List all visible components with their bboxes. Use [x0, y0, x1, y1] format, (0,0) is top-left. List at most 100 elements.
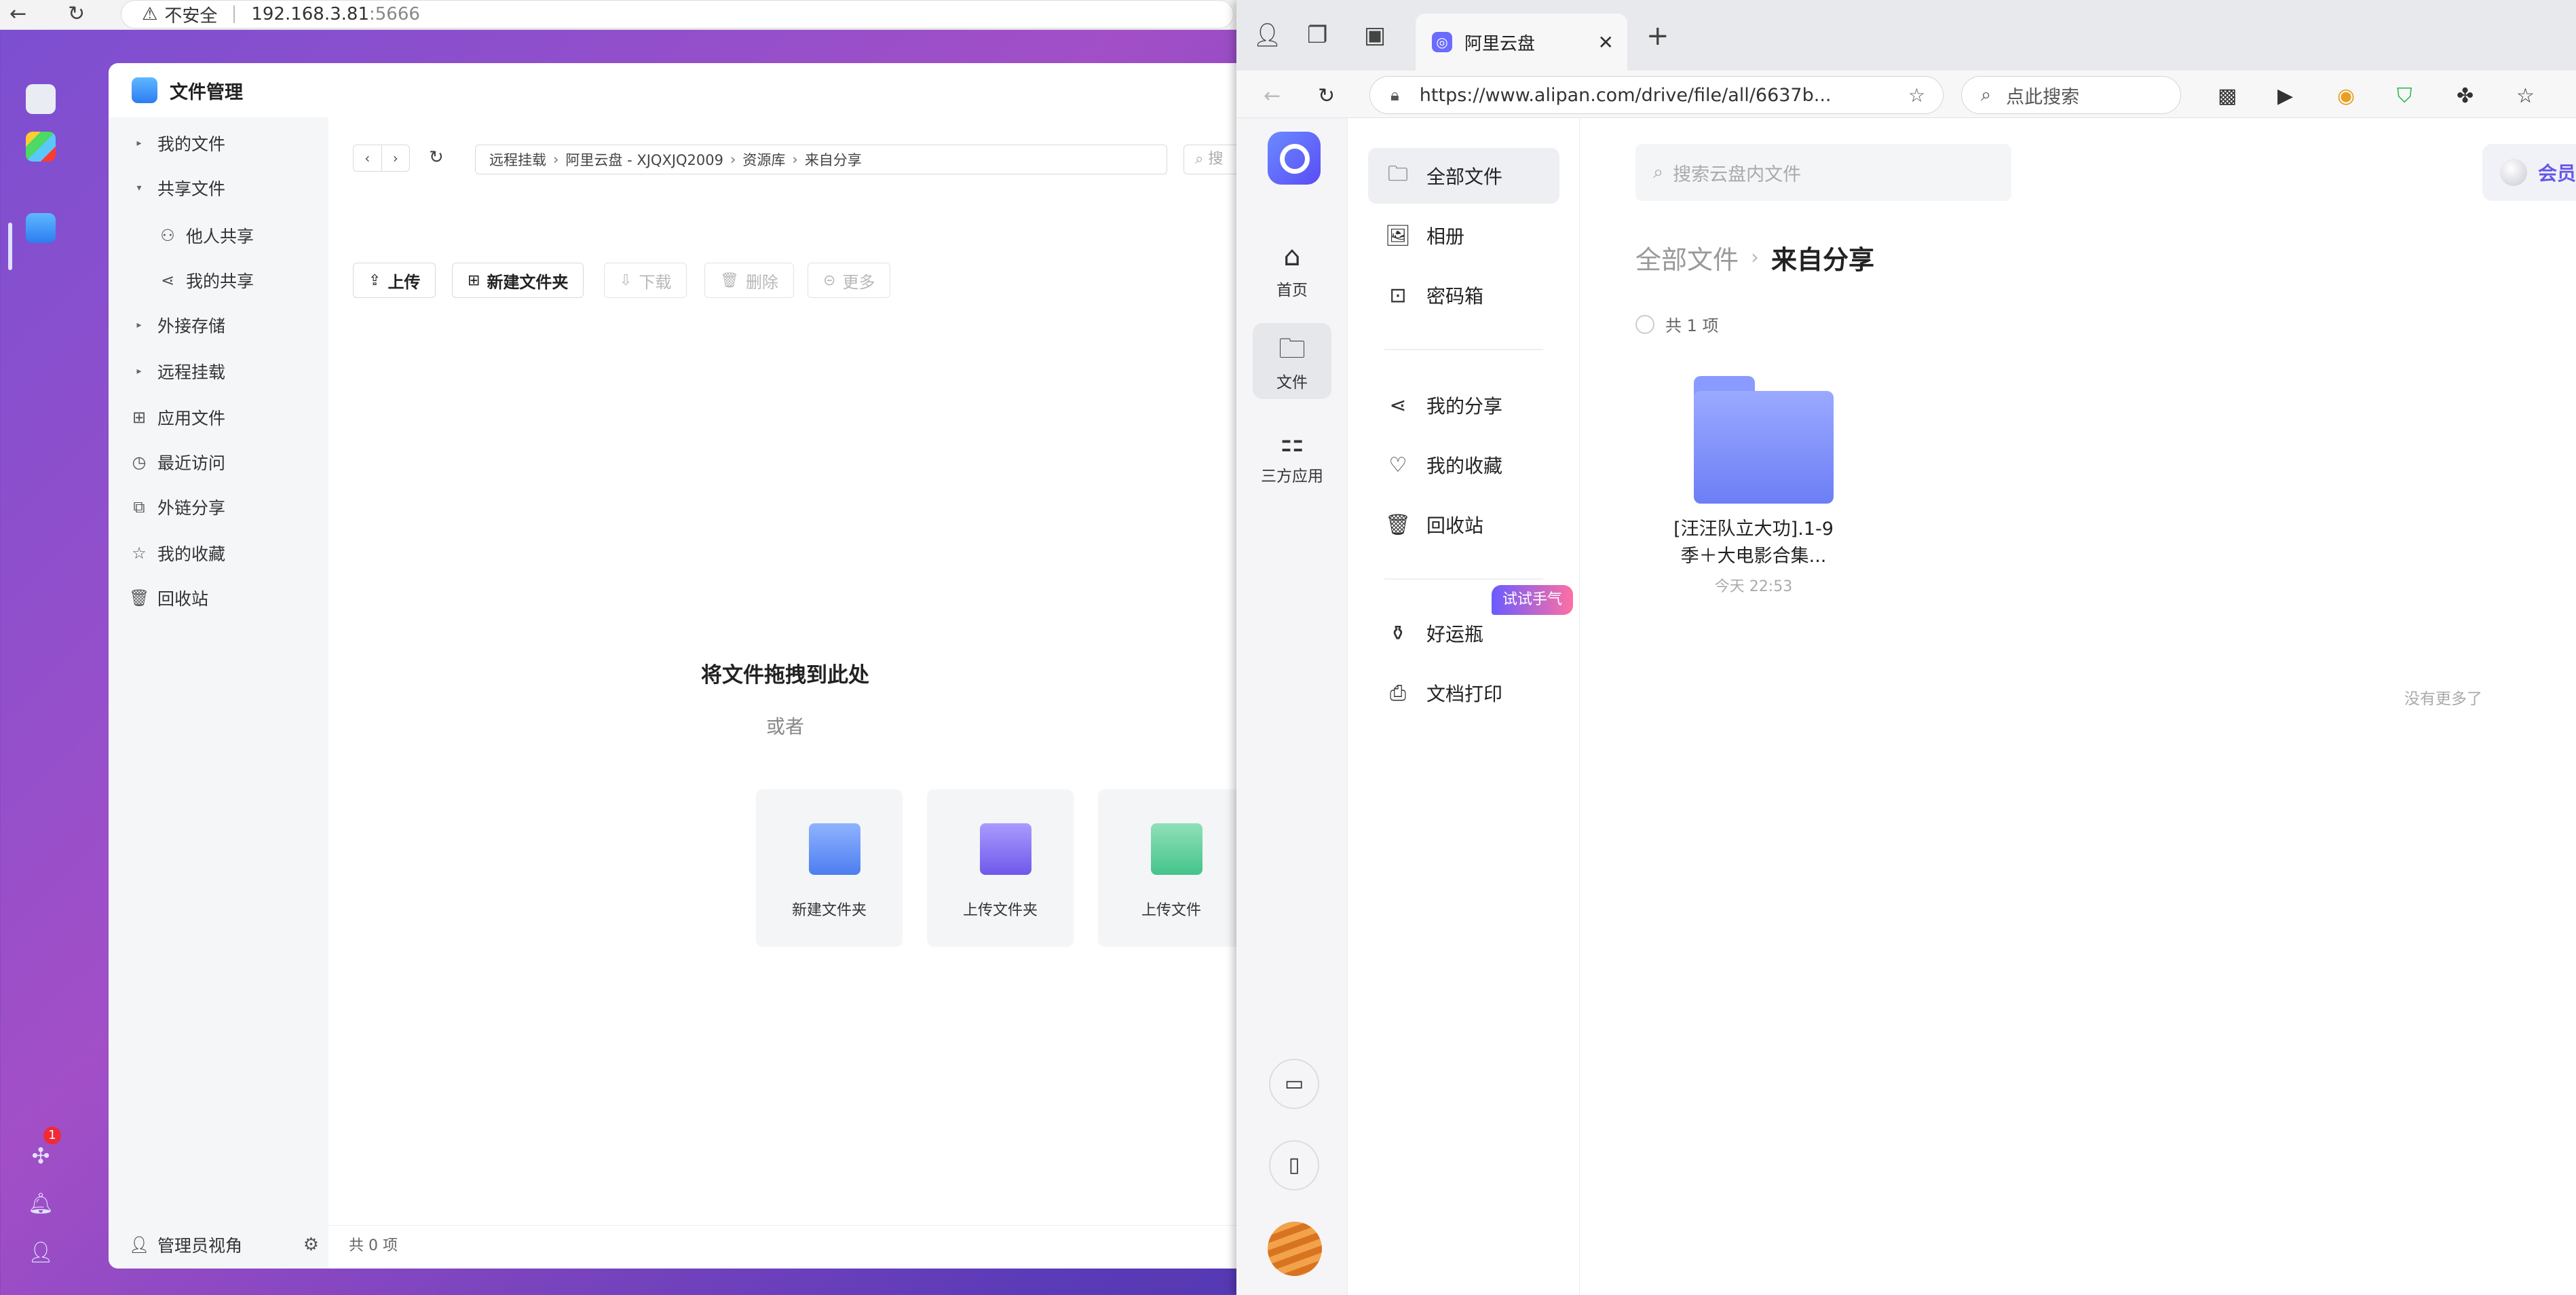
rail-item-files[interactable]: 🗀 文件 [1253, 323, 1331, 399]
select-all[interactable]: 共 1 项 [1635, 312, 1719, 336]
back-icon[interactable]: ← [10, 1, 26, 27]
drive-search-input[interactable]: ⌕ 搜索云盘内文件 [1635, 144, 2011, 201]
rail-item-apps[interactable]: ⚏ 三方应用 [1253, 417, 1331, 493]
nav-album[interactable]: 🖼︎ 相册 [1368, 208, 1559, 263]
delete-button[interactable]: 🗑︎ 删除 [704, 263, 794, 298]
nav-my-share[interactable]: ⋖ 我的分享 [1368, 377, 1559, 433]
bell-icon[interactable]: 🔔︎ [26, 1192, 56, 1222]
sidebar-label: 他人共享 [186, 227, 254, 246]
sidebar-item-external-storage[interactable]: ▸ 外接存储 [129, 312, 225, 339]
sidebar-label: 回收站 [157, 589, 209, 609]
close-icon[interactable]: ✕ [1598, 31, 1614, 54]
vertical-tabs-icon[interactable]: ▣ [1364, 22, 1386, 49]
left-address-bar[interactable]: ⚠ 不安全 192.168.3.81:5666 [121, 0, 1234, 29]
sidebar-item-remote-mount[interactable]: ▸ 远程挂载 [129, 358, 225, 385]
folder-icon: 🗀 [1278, 333, 1306, 364]
divider [1384, 578, 1543, 580]
address-bar[interactable]: 🔒︎ https://www.alipan.com/drive/file/all… [1369, 76, 1944, 114]
avatar[interactable] [1268, 1222, 1322, 1276]
monitor-icon[interactable] [26, 84, 56, 114]
nav-favorites[interactable]: ♡ 我的收藏 [1368, 437, 1559, 493]
breadcrumb-item[interactable]: 资源库 [742, 149, 785, 170]
breadcrumb-item[interactable]: 远程挂载 [489, 149, 546, 170]
breadcrumb-item[interactable]: 全部文件 [1635, 239, 1739, 276]
file-upload-icon [1151, 823, 1202, 875]
new-folder-button[interactable]: ⊞ 新建文件夹 [452, 263, 584, 298]
laptop-icon[interactable]: ▭ [1269, 1059, 1319, 1109]
sidebar-item-others-share[interactable]: ⚇ 他人共享 [157, 222, 254, 249]
admin-view-toggle[interactable]: 👤︎ 管理员视角 ⚙ [129, 1228, 319, 1262]
folder-upload-icon [980, 823, 1031, 875]
breadcrumb[interactable]: 远程挂载 › 阿里云盘 - XJQXJQ2009 › 资源库 › 来自分享 [475, 145, 1167, 174]
nav-label: 文档打印 [1426, 683, 1503, 705]
alipan-logo-icon[interactable] [1268, 132, 1321, 185]
folder-icon: 🗀 [1388, 162, 1408, 186]
upload-button[interactable]: ⇪ 上传 [353, 263, 436, 298]
users-icon: ⚇ [160, 226, 175, 245]
nav-lucky-bottle[interactable]: ⚱ 好运瓶 试试手气 [1368, 585, 1574, 661]
sidebar-item-recycle[interactable]: 🗑︎ 回收站 [129, 584, 208, 612]
shield-icon[interactable]: ⛉ [2397, 84, 2412, 108]
tab-title: 阿里云盘 [1464, 33, 1536, 54]
tab-alipan[interactable]: ◎ 阿里云盘 ✕ [1416, 14, 1627, 71]
nav-forward-button[interactable]: › [382, 145, 410, 171]
breadcrumb-item[interactable]: 来自分享 [805, 149, 862, 170]
new-tab-icon[interactable]: + [1646, 20, 1669, 52]
no-more-label: 没有更多了 [2404, 690, 2482, 708]
alipan-favicon-icon: ◎ [1432, 32, 1452, 52]
upload-icon: ⇪ [368, 271, 381, 289]
vip-button[interactable]: 会员 [2482, 144, 2576, 201]
share-icon: ⋖ [1389, 393, 1407, 417]
search-input[interactable]: ⌕ 搜 [1183, 145, 1242, 174]
folder-item[interactable]: [汪汪队立大功].1-9 季＋大电影合集... 今天 22:53 [1661, 376, 1846, 620]
reload-icon[interactable]: ↻ [68, 1, 85, 27]
nav-label: 我的分享 [1426, 395, 1503, 417]
file-manager-dock-icon[interactable] [26, 213, 56, 243]
sidebar-item-link-share[interactable]: ⧉ 外链分享 [129, 493, 225, 521]
drop-zone-or: 或者 [765, 715, 804, 738]
play-icon[interactable]: ▶ [2277, 84, 2293, 108]
extension-color-icon[interactable]: ◉ [2337, 84, 2355, 108]
favorites-icon[interactable]: ☆ [2516, 84, 2535, 108]
sidebar-label: 我的文件 [157, 134, 226, 154]
app-center-icon[interactable] [26, 132, 56, 162]
sidebar-item-app-files[interactable]: ⊞ 应用文件 [129, 404, 225, 431]
upload-file-card[interactable]: 上传文件 [1098, 789, 1242, 947]
sidebar-item-favorites[interactable]: ☆ 我的收藏 [129, 540, 225, 567]
sidebar-label: 远程挂载 [157, 362, 226, 382]
profile-icon[interactable]: 👤︎ [1253, 22, 1282, 49]
gear-icon[interactable]: ⚙ [303, 1235, 319, 1255]
new-folder-card[interactable]: 新建文件夹 [756, 789, 903, 947]
phone-icon[interactable]: ▯ [1269, 1140, 1319, 1190]
nav-recycle[interactable]: 🗑︎ 回收站 [1368, 497, 1559, 552]
back-icon[interactable]: ← [1264, 84, 1281, 108]
nav-print[interactable]: ⎙ 文档打印 [1368, 665, 1559, 721]
sidebar-item-shared-files[interactable]: ▾ 共享文件 [129, 174, 225, 202]
nav-safe[interactable]: ⊡ 密码箱 [1368, 267, 1559, 323]
refresh-icon[interactable]: ↻ [429, 147, 444, 168]
user-icon[interactable]: 👤︎ [26, 1241, 56, 1271]
collections-icon[interactable]: ❐ [1307, 22, 1327, 49]
select-all-radio[interactable] [1635, 314, 1654, 334]
folder-plus-icon [809, 823, 860, 875]
trash-icon: 🗑︎ [720, 271, 739, 289]
nav-all-files[interactable]: 🗀 全部文件 [1368, 148, 1559, 204]
nav-back-button[interactable]: ‹ [354, 145, 382, 171]
favorite-star-icon[interactable]: ☆ [1908, 84, 1925, 107]
more-button[interactable]: ⊝ 更多 [808, 263, 891, 298]
extension-l-icon[interactable]: ▩ [2218, 84, 2237, 108]
network-icon[interactable]: ✣ [26, 1143, 56, 1173]
alipan-main: ⌕ 搜索云盘内文件 会员 全部文件 › 来自分享 共 1 项 [汪汪队立大功].… [1580, 118, 2576, 1295]
breadcrumb-item[interactable]: 阿里云盘 - XJQXJQ2009 [565, 149, 723, 170]
extensions-puzzle-icon[interactable]: ✤ [2457, 84, 2474, 108]
sidebar-item-my-files[interactable]: ▸ 我的文件 [129, 130, 225, 157]
upload-folder-card[interactable]: 上传文件夹 [927, 789, 1074, 947]
download-button[interactable]: ⇩ 下载 [604, 263, 687, 298]
reload-icon[interactable]: ↻ [1318, 84, 1335, 108]
sidebar-item-recent[interactable]: ◷ 最近访问 [129, 449, 226, 476]
caret-down-icon: ▾ [136, 183, 142, 193]
browser-search-box[interactable]: ⌕ 点此搜索 [1961, 76, 2181, 114]
search-placeholder: 搜索云盘内文件 [1673, 164, 1802, 185]
rail-item-home[interactable]: ⌂ 首页 [1253, 231, 1331, 307]
sidebar-item-my-share[interactable]: ⋖ 我的共享 [157, 267, 254, 294]
